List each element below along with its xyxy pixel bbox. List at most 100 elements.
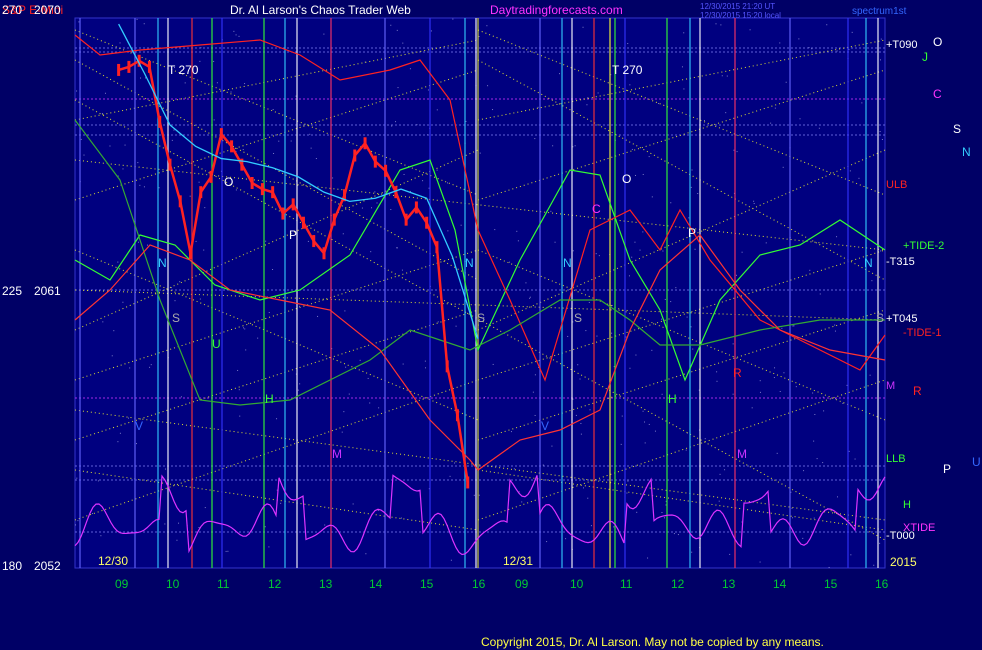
- star: [551, 445, 553, 447]
- star: [546, 541, 548, 543]
- star: [718, 500, 720, 502]
- star: [213, 119, 215, 121]
- planet-letter: S: [172, 311, 181, 325]
- star: [450, 559, 452, 561]
- star: [195, 240, 197, 242]
- star: [559, 73, 561, 75]
- star: [644, 421, 646, 423]
- planet-letter: N: [158, 256, 167, 270]
- star: [735, 274, 737, 276]
- star: [686, 316, 688, 318]
- star: [580, 433, 582, 435]
- star: [97, 480, 99, 482]
- star: [178, 522, 180, 524]
- star: [822, 462, 824, 464]
- star: [239, 415, 241, 417]
- star: [146, 244, 148, 246]
- star: [402, 42, 404, 44]
- star: [567, 335, 569, 337]
- star: [813, 440, 815, 442]
- star: [278, 140, 280, 142]
- star: [534, 138, 536, 140]
- star: [690, 186, 692, 188]
- star: [494, 229, 496, 231]
- star: [92, 513, 94, 515]
- planet-letter: V: [135, 419, 144, 433]
- star: [716, 380, 718, 382]
- star: [225, 550, 227, 552]
- star: [834, 324, 836, 326]
- x-tick: 14: [773, 577, 787, 591]
- star: [628, 275, 630, 277]
- star: [858, 177, 860, 179]
- star: [842, 402, 844, 404]
- star: [171, 139, 173, 141]
- star: [648, 423, 650, 425]
- level-label-tide1: -TIDE-1: [903, 327, 942, 339]
- y-left-bottom: 180: [2, 559, 23, 573]
- x-tick: 11: [620, 577, 633, 591]
- y-right-mid: 2061: [34, 284, 61, 298]
- x-tick: 13: [319, 577, 333, 591]
- y-right-bottom: 2052: [34, 559, 61, 573]
- star: [425, 367, 427, 369]
- star: [449, 475, 451, 477]
- star: [76, 90, 78, 92]
- x-tick: 10: [166, 577, 180, 591]
- star: [257, 337, 259, 339]
- x-tick: 09: [515, 577, 529, 591]
- x-tick: 14: [369, 577, 383, 591]
- star: [587, 497, 589, 499]
- star: [613, 526, 615, 528]
- star: [677, 534, 679, 536]
- x-tick: 10: [570, 577, 584, 591]
- star: [792, 325, 794, 327]
- star: [662, 250, 664, 252]
- star: [715, 23, 717, 25]
- star: [397, 87, 399, 89]
- star: [751, 407, 753, 409]
- star: [179, 281, 181, 283]
- site-link[interactable]: Daytradingforecasts.com: [490, 4, 623, 17]
- star: [401, 269, 403, 271]
- star: [479, 152, 481, 154]
- star: [136, 443, 138, 445]
- star: [880, 250, 882, 252]
- star: [716, 371, 718, 373]
- star: [478, 494, 480, 496]
- star: [233, 30, 235, 32]
- star: [753, 203, 755, 205]
- star: [670, 301, 672, 303]
- x-tick: 16: [472, 577, 486, 591]
- star: [741, 251, 743, 253]
- star: [317, 315, 319, 317]
- planet-glyph-n: N: [962, 145, 971, 159]
- star: [642, 231, 644, 233]
- star: [272, 268, 274, 270]
- star: [795, 386, 797, 388]
- star: [102, 321, 104, 323]
- star: [119, 432, 121, 434]
- star: [529, 297, 531, 299]
- year-label: 2015: [890, 555, 917, 569]
- star: [83, 154, 85, 156]
- star: [654, 430, 656, 432]
- planet-glyph-p: P: [943, 462, 952, 476]
- star: [565, 538, 567, 540]
- star: [244, 328, 246, 330]
- star: [268, 546, 270, 548]
- planet-letter: N: [563, 256, 572, 270]
- star: [871, 280, 873, 282]
- star: [323, 33, 325, 35]
- star: [879, 542, 881, 544]
- star: [516, 230, 518, 232]
- star: [173, 129, 175, 131]
- star: [76, 477, 78, 479]
- planet-letter: C: [592, 202, 601, 216]
- star: [813, 517, 815, 519]
- level-label-tide2: +TIDE-2: [903, 240, 945, 252]
- star: [509, 261, 511, 263]
- x-tick: 09: [115, 577, 129, 591]
- star: [598, 255, 600, 257]
- star: [759, 391, 761, 393]
